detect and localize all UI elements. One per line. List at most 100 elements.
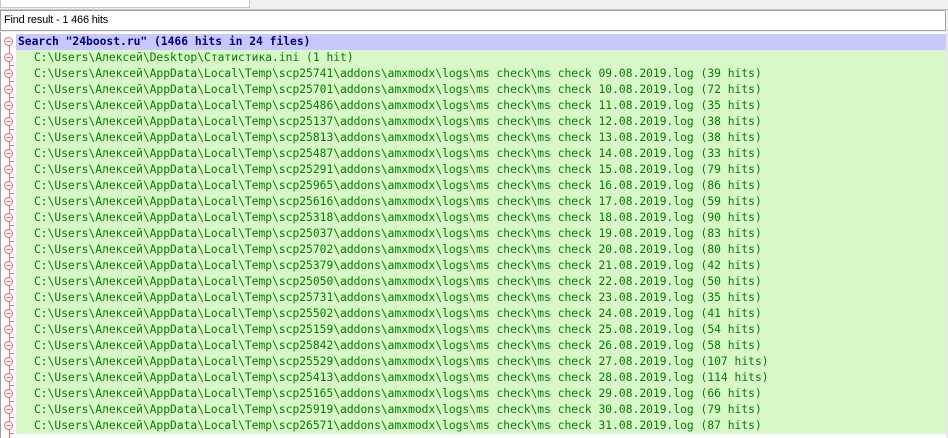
- collapse-fold-icon[interactable]: [4, 117, 13, 126]
- file-result-row[interactable]: C:\Users\Алексей\AppData\Local\Temp\scp2…: [16, 242, 947, 258]
- collapse-fold-icon[interactable]: [4, 53, 13, 62]
- file-result-row[interactable]: C:\Users\Алексей\AppData\Local\Temp\scp2…: [16, 178, 947, 194]
- file-result-path: C:\Users\Алексей\AppData\Local\Temp\scp2…: [34, 323, 762, 336]
- file-result-path: C:\Users\Алексей\AppData\Local\Temp\scp2…: [34, 419, 762, 432]
- collapse-fold-icon[interactable]: [4, 181, 13, 190]
- file-result-path: C:\Users\Алексей\AppData\Local\Temp\scp2…: [34, 195, 762, 208]
- file-result-row[interactable]: C:\Users\Алексей\AppData\Local\Temp\scp2…: [16, 290, 947, 306]
- file-result-path: C:\Users\Алексей\AppData\Local\Temp\scp2…: [34, 243, 762, 256]
- fold-tick: [9, 401, 14, 402]
- file-result-row[interactable]: C:\Users\Алексей\AppData\Local\Temp\scp2…: [16, 354, 947, 370]
- file-result-path: C:\Users\Алексей\AppData\Local\Temp\scp2…: [34, 211, 762, 224]
- file-result-row[interactable]: C:\Users\Алексей\AppData\Local\Temp\scp2…: [16, 274, 947, 290]
- file-result-path: C:\Users\Алексей\AppData\Local\Temp\scp2…: [34, 275, 762, 288]
- file-result-row[interactable]: C:\Users\Алексей\AppData\Local\Temp\scp2…: [16, 210, 947, 226]
- file-result-path: C:\Users\Алексей\AppData\Local\Temp\scp2…: [34, 259, 762, 272]
- find-result-tab[interactable]: [0, 0, 250, 8]
- file-result-path: C:\Users\Алексей\AppData\Local\Temp\scp2…: [34, 339, 762, 352]
- fold-tick: [9, 353, 14, 354]
- collapse-fold-icon[interactable]: [4, 229, 13, 238]
- collapse-fold-icon[interactable]: [4, 69, 13, 78]
- file-result-row[interactable]: C:\Users\Алексей\AppData\Local\Temp\scp2…: [16, 306, 947, 322]
- fold-tick: [9, 193, 14, 194]
- file-result-row[interactable]: C:\Users\Алексей\AppData\Local\Temp\scp2…: [16, 418, 947, 434]
- collapse-fold-icon[interactable]: [4, 149, 13, 158]
- fold-tick: [9, 257, 14, 258]
- file-result-row[interactable]: C:\Users\Алексей\AppData\Local\Temp\scp2…: [16, 146, 947, 162]
- collapse-fold-icon[interactable]: [4, 277, 13, 286]
- find-result-title: Find result - 1 466 hits: [4, 14, 109, 26]
- collapse-fold-icon[interactable]: [4, 37, 13, 46]
- file-result-row[interactable]: C:\Users\Алексей\AppData\Local\Temp\scp2…: [16, 82, 947, 98]
- file-result-path: C:\Users\Алексей\AppData\Local\Temp\scp2…: [34, 291, 762, 304]
- fold-tick: [9, 321, 14, 322]
- file-result-row[interactable]: C:\Users\Алексей\AppData\Local\Temp\scp2…: [16, 338, 947, 354]
- collapse-fold-icon[interactable]: [4, 373, 13, 382]
- file-result-path: C:\Users\Алексей\AppData\Local\Temp\scp2…: [34, 147, 762, 160]
- collapse-fold-icon[interactable]: [4, 261, 13, 270]
- fold-tick: [9, 289, 14, 290]
- file-result-row[interactable]: C:\Users\Алексей\AppData\Local\Temp\scp2…: [16, 114, 947, 130]
- fold-tick: [9, 305, 14, 306]
- collapse-fold-icon[interactable]: [4, 325, 13, 334]
- file-result-path: C:\Users\Алексей\AppData\Local\Temp\scp2…: [34, 355, 769, 368]
- file-result-path: C:\Users\Алексей\AppData\Local\Temp\scp2…: [34, 371, 769, 384]
- fold-tick: [9, 417, 14, 418]
- file-result-path: C:\Users\Алексей\AppData\Local\Temp\scp2…: [34, 227, 762, 240]
- file-result-path: C:\Users\Алексей\AppData\Local\Temp\scp2…: [34, 67, 762, 80]
- collapse-fold-icon[interactable]: [4, 165, 13, 174]
- fold-tick: [9, 225, 14, 226]
- search-header-row[interactable]: Search "24boost.ru" (1466 hits in 24 fil…: [16, 34, 947, 50]
- file-result-row[interactable]: C:\Users\Алексей\AppData\Local\Temp\scp2…: [16, 98, 947, 114]
- file-result-row[interactable]: C:\Users\Алексей\AppData\Local\Temp\scp2…: [16, 370, 947, 386]
- file-result-path: C:\Users\Алексей\Desktop\Статистика.ini …: [34, 51, 354, 64]
- collapse-fold-icon[interactable]: [4, 197, 13, 206]
- collapse-fold-icon[interactable]: [4, 421, 13, 430]
- fold-tick: [9, 129, 14, 130]
- collapse-fold-icon[interactable]: [4, 357, 13, 366]
- file-result-row[interactable]: C:\Users\Алексей\AppData\Local\Temp\scp2…: [16, 66, 947, 82]
- file-result-path: C:\Users\Алексей\AppData\Local\Temp\scp2…: [34, 387, 762, 400]
- collapse-fold-icon[interactable]: [4, 213, 13, 222]
- file-result-path: C:\Users\Алексей\AppData\Local\Temp\scp2…: [34, 131, 762, 144]
- fold-tick: [9, 337, 14, 338]
- file-result-row[interactable]: C:\Users\Алексей\AppData\Local\Temp\scp2…: [16, 226, 947, 242]
- file-result-path: C:\Users\Алексей\AppData\Local\Temp\scp2…: [34, 403, 762, 416]
- collapse-fold-icon[interactable]: [4, 101, 13, 110]
- file-result-path: C:\Users\Алексей\AppData\Local\Temp\scp2…: [34, 163, 762, 176]
- collapse-fold-icon[interactable]: [4, 389, 13, 398]
- file-result-row[interactable]: C:\Users\Алексей\AppData\Local\Temp\scp2…: [16, 258, 947, 274]
- fold-tick: [9, 433, 14, 434]
- fold-tick: [9, 241, 14, 242]
- fold-tick: [9, 385, 14, 386]
- file-result-row[interactable]: C:\Users\Алексей\AppData\Local\Temp\scp2…: [16, 162, 947, 178]
- file-result-path: C:\Users\Алексей\AppData\Local\Temp\scp2…: [34, 179, 762, 192]
- fold-tick: [9, 273, 14, 274]
- fold-tick: [9, 369, 14, 370]
- collapse-fold-icon[interactable]: [4, 133, 13, 142]
- find-results-panel: Search "24boost.ru" (1466 hits in 24 fil…: [0, 32, 947, 438]
- search-header-label: Search "24boost.ru" (1466 hits in 24 fil…: [18, 35, 311, 48]
- fold-tick: [9, 209, 14, 210]
- collapse-fold-icon[interactable]: [4, 293, 13, 302]
- fold-tick: [9, 81, 14, 82]
- file-result-row[interactable]: C:\Users\Алексей\AppData\Local\Temp\scp2…: [16, 194, 947, 210]
- fold-tick: [9, 161, 14, 162]
- collapse-fold-icon[interactable]: [4, 245, 13, 254]
- file-result-path: C:\Users\Алексей\AppData\Local\Temp\scp2…: [34, 99, 762, 112]
- file-result-row[interactable]: C:\Users\Алексей\AppData\Local\Temp\scp2…: [16, 322, 947, 338]
- fold-tick: [9, 113, 14, 114]
- top-tab-strip: [0, 0, 948, 10]
- fold-tick: [9, 65, 14, 66]
- file-result-path: C:\Users\Алексей\AppData\Local\Temp\scp2…: [34, 83, 762, 96]
- collapse-fold-icon[interactable]: [4, 341, 13, 350]
- fold-tick: [9, 97, 14, 98]
- collapse-fold-icon[interactable]: [4, 85, 13, 94]
- file-result-row[interactable]: C:\Users\Алексей\Desktop\Статистика.ini …: [16, 50, 947, 66]
- file-result-row[interactable]: C:\Users\Алексей\AppData\Local\Temp\scp2…: [16, 386, 947, 402]
- file-result-row[interactable]: C:\Users\Алексей\AppData\Local\Temp\scp2…: [16, 130, 947, 146]
- file-result-row[interactable]: C:\Users\Алексей\AppData\Local\Temp\scp2…: [16, 402, 947, 418]
- collapse-fold-icon[interactable]: [4, 309, 13, 318]
- file-result-path: C:\Users\Алексей\AppData\Local\Temp\scp2…: [34, 115, 762, 128]
- collapse-fold-icon[interactable]: [4, 405, 13, 414]
